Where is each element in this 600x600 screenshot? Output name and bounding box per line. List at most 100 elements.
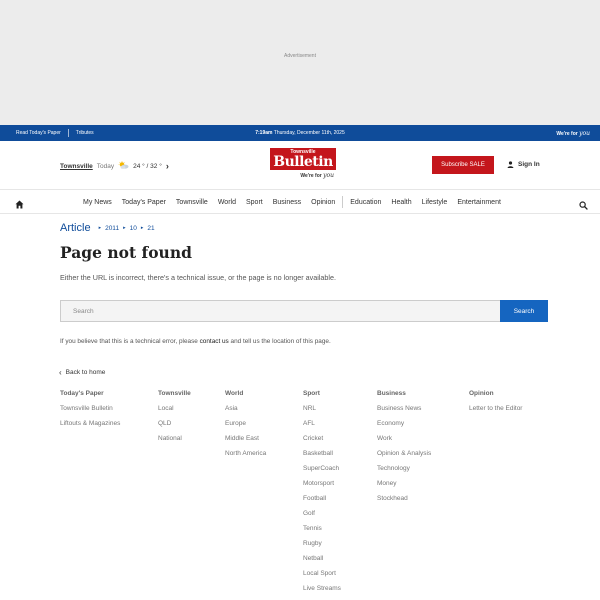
brand-tagline-b: you: [579, 129, 590, 137]
nav-item-lifestyle[interactable]: Lifestyle: [422, 199, 448, 206]
logo-big-text: Bulletin: [273, 154, 333, 170]
footer-link[interactable]: Golf: [303, 510, 341, 525]
footer-column-opinion: Opinion Letter to the Editor: [469, 390, 522, 420]
main-nav: My News Today's Paper Townsville World S…: [0, 190, 600, 214]
footer-link[interactable]: AFL: [303, 420, 341, 435]
site-logo[interactable]: Townsville Bulletin We're for you: [270, 148, 336, 184]
nav-item-townsville[interactable]: Townsville: [176, 199, 208, 206]
footer-link[interactable]: Football: [303, 495, 341, 510]
read-todays-paper-link[interactable]: Read Today's Paper: [16, 130, 61, 136]
footer-link[interactable]: QLD: [158, 420, 191, 435]
page-title: Page not found: [60, 243, 192, 262]
logo-box: Townsville Bulletin: [270, 148, 336, 170]
footer-link[interactable]: Europe: [225, 420, 266, 435]
footer-link[interactable]: Cricket: [303, 435, 341, 450]
breadcrumb-article[interactable]: Article: [60, 222, 91, 234]
page-description: Either the URL is incorrect, there's a t…: [60, 273, 336, 282]
brand-tagline: We're for you: [556, 130, 590, 137]
footer-link[interactable]: Stockhead: [377, 495, 431, 510]
footer-column-todays-paper: Today's Paper Townsville Bulletin Liftou…: [60, 390, 120, 435]
logo-tagline-b: you: [323, 172, 334, 179]
user-icon: [507, 161, 514, 168]
footer-link[interactable]: Tennis: [303, 525, 341, 540]
weather-today: Today: [96, 162, 115, 170]
weather-location[interactable]: Townsville: [60, 163, 93, 170]
footer-link[interactable]: Middle East: [225, 435, 266, 450]
footer-link[interactable]: Local Sport: [303, 570, 341, 585]
current-date: Thursday, December 11th, 2025: [273, 130, 345, 136]
footer-heading[interactable]: Sport: [303, 390, 341, 397]
weather-temperature: 24 ° / 32 °: [133, 162, 162, 170]
partly-cloudy-icon: [118, 161, 129, 171]
breadcrumb-day[interactable]: 21: [147, 225, 154, 232]
footer-link[interactable]: Opinion & Analysis: [377, 450, 431, 465]
divider: [67, 129, 69, 137]
footer-link[interactable]: Letter to the Editor: [469, 405, 522, 420]
weather-widget[interactable]: Townsville Today 24 ° / 32 ° ›: [60, 161, 169, 171]
footer-heading[interactable]: World: [225, 390, 266, 397]
nav-item-entertainment[interactable]: Entertainment: [457, 199, 501, 206]
search-icon[interactable]: [579, 197, 588, 215]
footer-link[interactable]: Netball: [303, 555, 341, 570]
footer-link[interactable]: Live Streams: [303, 585, 341, 600]
chevron-right-icon[interactable]: ›: [166, 161, 169, 171]
breadcrumb-year[interactable]: 2011: [105, 225, 119, 232]
nav-item-world[interactable]: World: [218, 199, 236, 206]
footer-link[interactable]: Work: [377, 435, 431, 450]
tech-note-before: If you believe that this is a technical …: [60, 338, 200, 345]
footer-heading[interactable]: Townsville: [158, 390, 191, 397]
breadcrumb-month[interactable]: 10: [130, 225, 137, 232]
footer-link[interactable]: NRL: [303, 405, 341, 420]
footer-link[interactable]: Money: [377, 480, 431, 495]
logo-tagline-a: We're for: [300, 173, 322, 179]
logo-tagline: We're for you: [300, 172, 334, 179]
top-bar: Read Today's Paper Tributes 7:19am Thurs…: [0, 125, 600, 141]
back-to-home-link[interactable]: ‹ Back to home: [59, 368, 105, 377]
footer-link[interactable]: Basketball: [303, 450, 341, 465]
footer-link[interactable]: Local: [158, 405, 191, 420]
footer-link[interactable]: Economy: [377, 420, 431, 435]
nav-item-business[interactable]: Business: [273, 199, 301, 206]
footer-column-sport: Sport NRL AFL Cricket Basketball SuperCo…: [303, 390, 341, 600]
sign-in-button[interactable]: Sign In: [507, 161, 540, 168]
top-bar-links: Read Today's Paper Tributes: [0, 129, 94, 137]
footer-link[interactable]: Rugby: [303, 540, 341, 555]
contact-us-link[interactable]: contact us: [200, 338, 229, 345]
technical-error-note: If you believe that this is a technical …: [60, 338, 331, 345]
subscribe-button[interactable]: Subscribe SALE: [432, 156, 494, 174]
footer-link[interactable]: SuperCoach: [303, 465, 341, 480]
nav-item-health[interactable]: Health: [391, 199, 411, 206]
footer-link[interactable]: Liftouts & Magazines: [60, 420, 120, 435]
sign-in-label: Sign In: [518, 161, 540, 168]
footer-link[interactable]: Technology: [377, 465, 431, 480]
footer-link[interactable]: North America: [225, 450, 266, 465]
footer-link[interactable]: Asia: [225, 405, 266, 420]
search-form: Search: [60, 300, 548, 322]
search-button[interactable]: Search: [500, 300, 548, 322]
nav-item-education[interactable]: Education: [350, 199, 381, 206]
nav-item-opinion[interactable]: Opinion: [311, 199, 335, 206]
footer-column-world: World Asia Europe Middle East North Amer…: [225, 390, 266, 465]
nav-item-todays-paper[interactable]: Today's Paper: [122, 199, 166, 206]
tech-note-after: and tell us the location of this page.: [228, 338, 331, 345]
home-icon[interactable]: [15, 196, 24, 214]
footer-heading[interactable]: Business: [377, 390, 431, 397]
footer-link[interactable]: National: [158, 435, 191, 450]
breadcrumb: Article ▸ 2011 ▸ 10 ▸ 21: [60, 222, 548, 234]
chevron-left-icon: ‹: [59, 368, 62, 377]
search-input[interactable]: [60, 300, 500, 322]
tributes-link[interactable]: Tributes: [76, 130, 94, 136]
footer-column-townsville: Townsville Local QLD National: [158, 390, 191, 450]
footer-link[interactable]: Townsville Bulletin: [60, 405, 120, 420]
nav-items: My News Today's Paper Townsville World S…: [83, 190, 501, 214]
footer-link[interactable]: Business News: [377, 405, 431, 420]
ad-area: Advertisement: [0, 0, 600, 125]
footer-heading[interactable]: Today's Paper: [60, 390, 120, 397]
footer-column-business: Business Business News Economy Work Opin…: [377, 390, 431, 510]
ad-label: Advertisement: [284, 53, 316, 59]
nav-item-my-news[interactable]: My News: [83, 199, 112, 206]
footer-heading[interactable]: Opinion: [469, 390, 522, 397]
nav-item-sport[interactable]: Sport: [246, 199, 263, 206]
footer-link[interactable]: Motorsport: [303, 480, 341, 495]
chevron-right-icon: ▸: [123, 225, 126, 231]
